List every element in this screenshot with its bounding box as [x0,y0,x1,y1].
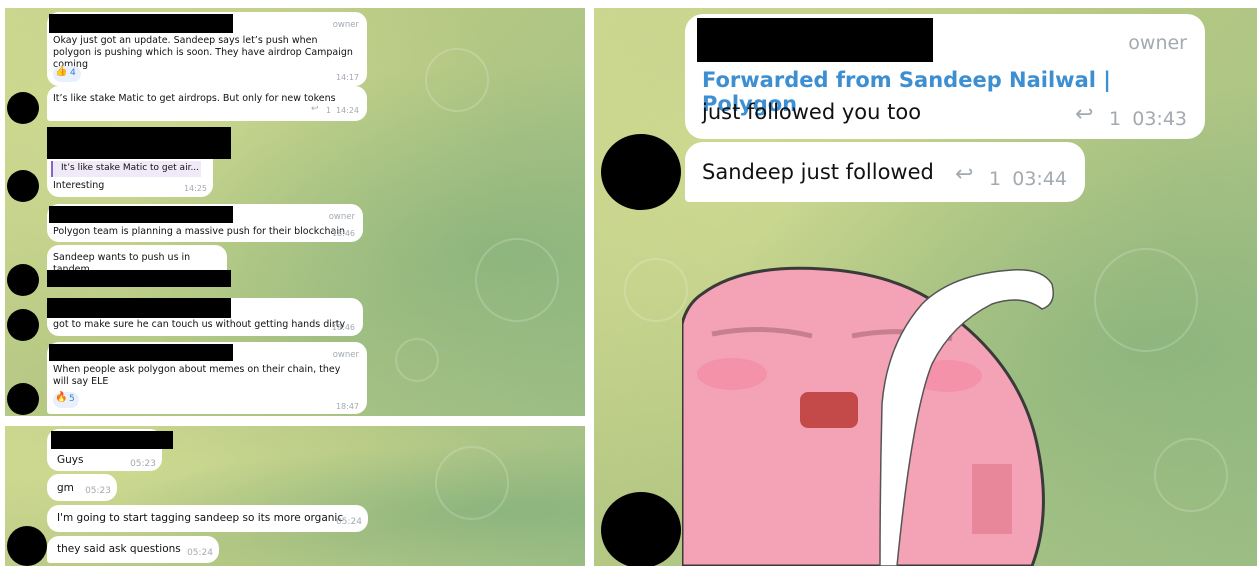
redacted-sender-name [49,344,233,361]
message-time: 03:44 [1012,168,1067,190]
chat-panel-bottom-left: Guys 05:23 gm 05:23 I'm going to start t… [5,426,585,566]
avatar[interactable] [7,170,39,202]
message-time: 03:43 [1132,108,1187,130]
message-text: Okay just got an update. Sandeep says le… [53,35,353,70]
message-time: 05:24 [336,517,362,527]
message-time: 14:17 [335,73,359,82]
message-time: 18:46 [331,229,355,238]
message-bubble[interactable]: gm 05:23 [47,474,117,501]
redacted-sender-name [51,431,173,449]
message-text: Polygon team is planning a massive push … [53,226,346,237]
reply-count: 1 [989,168,1002,190]
message-bubble[interactable]: Guys 05:23 [47,429,173,471]
reply-count: 1 [1109,108,1122,130]
message-text: Interesting [53,180,105,191]
redacted-sender-name [697,18,933,62]
message-text: Guys [57,454,84,466]
wallpaper-doodle [624,258,688,322]
message-time: 14:25 [183,184,207,193]
message-text: just followed you too [702,100,922,124]
chat-panel-right: owner Forwarded from Sandeep Nailwal | P… [594,8,1257,566]
owner-badge: owner [332,350,359,360]
message-bubble[interactable]: they said ask questions 05:24 [47,536,219,563]
wallpaper-doodle [1154,438,1228,512]
message-text: When people ask polygon about memes on t… [53,364,341,387]
chat-panel-top-left: owner Okay just got an update. Sandeep s… [5,8,585,416]
owner-badge: owner [1128,32,1187,54]
reply-arrow-icon[interactable]: ↩ [955,162,973,187]
reaction-badge[interactable]: 👍 4 [53,66,81,82]
message-text: got to make sure he can touch us without… [53,319,346,330]
quote-text: It’s like stake Matic to get air... [61,163,200,173]
avatar[interactable] [7,309,39,341]
message-bubble[interactable]: owner Forwarded from Sandeep Nailwal | P… [685,14,1205,139]
wallpaper-doodle [1094,248,1198,352]
avatar[interactable] [7,526,47,566]
message-bubble[interactable]: It’s like stake Matic to get air... Inte… [47,127,231,197]
message-time: 14:24 [335,106,359,115]
message-bubble[interactable]: owner Okay just got an update. Sandeep s… [47,12,367,86]
wallpaper-doodle [435,446,509,520]
message-bubble[interactable]: I'm going to start tagging sandeep so it… [47,505,368,532]
reply-quote[interactable]: It’s like stake Matic to get air... [51,161,201,177]
thumbs-up-icon: 👍 [55,66,68,77]
reply-arrow-icon[interactable]: ↩ [311,104,319,114]
pink-blob-sticker-svg [680,266,1054,566]
owner-badge: owner [328,212,355,222]
pink-blob-sticker[interactable] [680,264,1082,566]
message-time: 05:24 [187,548,213,558]
reply-arrow-icon[interactable]: ↩ [1075,102,1093,127]
avatar[interactable] [7,92,39,124]
avatar[interactable] [601,492,681,566]
message-text: gm [57,482,74,494]
redacted-sender-name [47,270,231,287]
avatar[interactable] [601,134,681,210]
wallpaper-doodle [475,238,559,322]
wallpaper-doodle [425,48,489,112]
reaction-count: 4 [70,68,76,78]
redacted-sender-name [47,298,231,318]
message-time: 05:23 [85,486,111,496]
avatar[interactable] [7,264,39,296]
wallpaper-doodle [395,338,439,382]
message-text: I'm going to start tagging sandeep so it… [57,512,344,524]
redacted-sender-name [49,14,233,33]
message-bubble[interactable]: owner When people ask polygon about meme… [47,342,367,414]
reaction-count: 5 [69,394,75,404]
message-bubble[interactable]: Sandeep wants to push us in tandem [47,245,231,287]
message-text: It’s like stake Matic to get airdrops. B… [53,93,336,104]
message-bubble[interactable]: got to make sure he can touch us without… [47,298,363,336]
message-time: 18:47 [335,402,359,411]
redacted-sender-name [49,206,233,223]
message-bubble[interactable]: Sandeep just followed ↩ 1 03:44 [685,142,1085,202]
message-time: 18:46 [331,323,355,332]
avatar[interactable] [7,383,39,415]
fire-icon: 🔥 [55,392,68,403]
reaction-badge[interactable]: 🔥 5 [53,392,79,408]
redacted-sender-name [47,127,231,159]
message-text: Sandeep just followed [702,160,934,184]
message-bubble[interactable]: owner Polygon team is planning a massive… [47,204,363,242]
reply-count: 1 [326,106,332,115]
owner-badge: owner [332,20,359,30]
message-bubble[interactable]: It’s like stake Matic to get airdrops. B… [47,86,367,121]
message-text: they said ask questions [57,543,181,555]
message-time: 05:23 [130,459,156,469]
